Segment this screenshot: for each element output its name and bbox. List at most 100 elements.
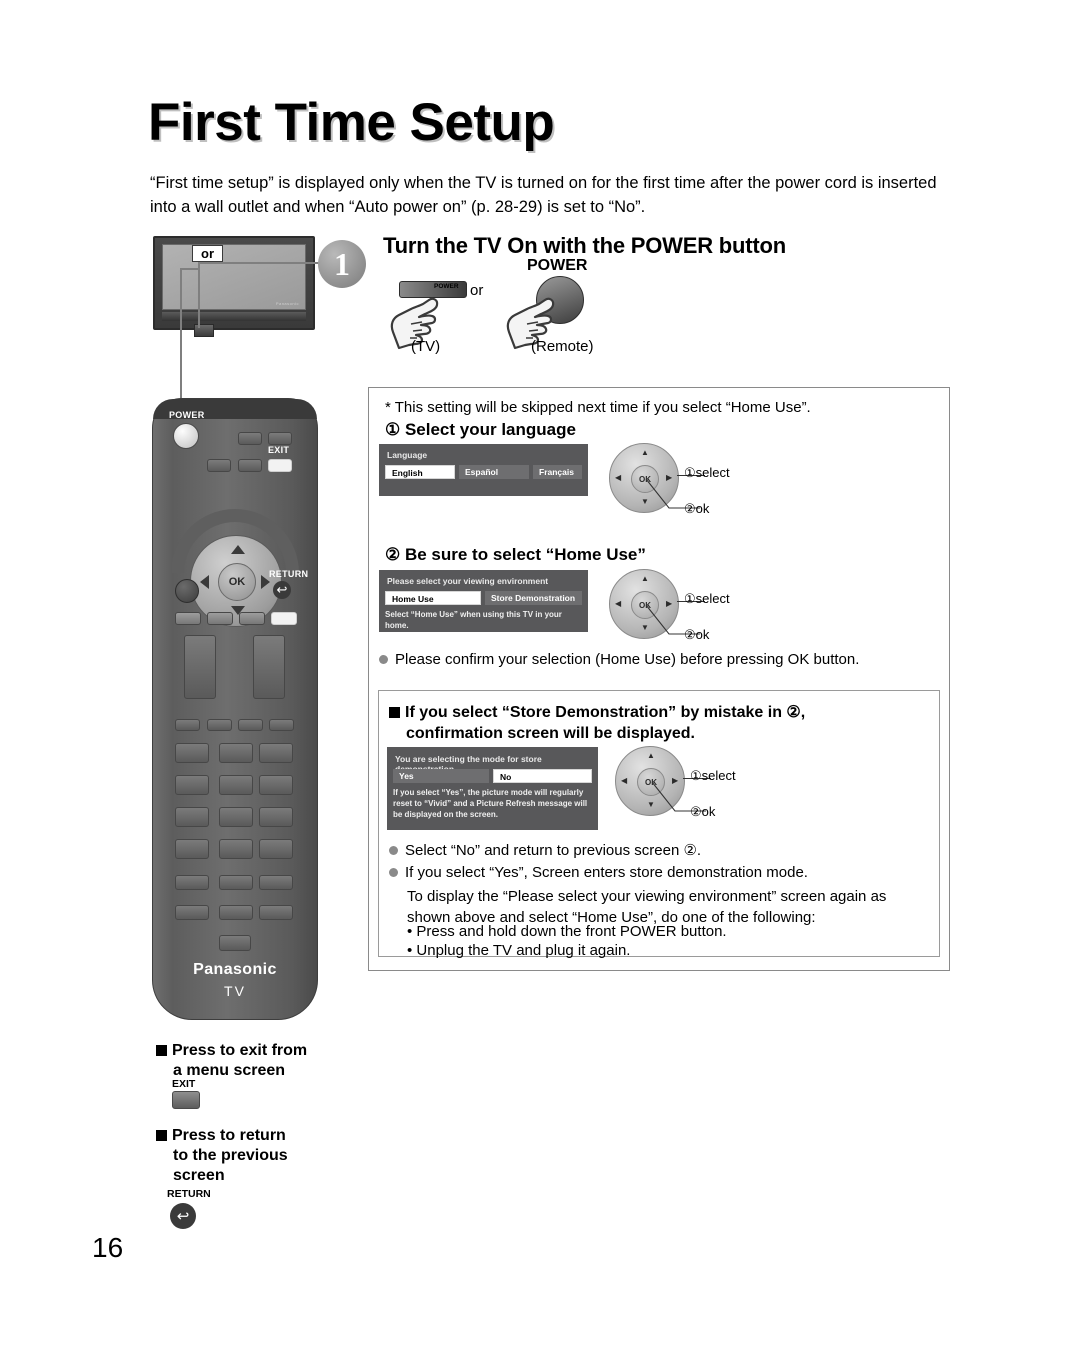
bullet-dot-icon bbox=[389, 846, 398, 855]
remote-return-text: RETURN bbox=[269, 569, 309, 579]
exit-block: Press to exit from bbox=[156, 1041, 346, 1061]
remote-button-a1[interactable] bbox=[238, 432, 262, 445]
tv-brand-label: Panasonic bbox=[275, 301, 299, 306]
remote-exit-button[interactable] bbox=[268, 459, 292, 472]
remote-brand: Panasonic bbox=[193, 961, 277, 978]
remote-rocker-right[interactable] bbox=[253, 635, 285, 699]
remote-keypad-4[interactable] bbox=[175, 775, 209, 795]
remote-button-e1[interactable] bbox=[175, 905, 209, 920]
section-3-heading-line2: confirmation screen will be displayed. bbox=[406, 725, 695, 742]
osd-language-option-francais[interactable]: Français bbox=[533, 465, 582, 479]
exit-key-button[interactable] bbox=[172, 1091, 200, 1109]
section-3-bullet-2-text: If you select “Yes”, Screen enters store… bbox=[405, 864, 808, 881]
section-3-bullet-1-text: Select “No” and return to previous scree… bbox=[405, 842, 702, 859]
section-2-bullet-text: Please confirm your selection (Home Use)… bbox=[395, 651, 860, 668]
dpad-up-icon[interactable] bbox=[231, 545, 245, 554]
section-2-bullet: Please confirm your selection (Home Use)… bbox=[379, 649, 924, 670]
remote-color-button-4[interactable] bbox=[271, 612, 297, 625]
dpad-left-icon[interactable] bbox=[200, 575, 209, 589]
remote-color-button-3[interactable] bbox=[239, 612, 265, 625]
pointer-line-join bbox=[180, 268, 200, 270]
remote-button-d1[interactable] bbox=[175, 875, 209, 890]
osd-language-option-english[interactable]: English bbox=[385, 465, 455, 479]
remote-color-button-1[interactable] bbox=[175, 612, 201, 625]
section-3-dash-2: • Unplug the TV and plug it again. bbox=[407, 942, 631, 959]
dpad-2-ok-label: ②ok bbox=[684, 627, 710, 642]
page-title: First Time Setup bbox=[148, 93, 555, 152]
remote-brand-sub: TV bbox=[224, 983, 246, 999]
remote-keypad-8[interactable] bbox=[219, 807, 253, 827]
remote-dpad[interactable]: OK bbox=[190, 535, 282, 627]
return-block-line3: screen bbox=[173, 1167, 225, 1184]
remote-button-c3[interactable] bbox=[238, 719, 263, 731]
remote-button-b2[interactable] bbox=[238, 459, 262, 472]
dpad-3-ok-label: ②ok bbox=[690, 804, 716, 819]
osd-store-demo-option-no[interactable]: No bbox=[493, 769, 592, 783]
remote-keypad-2[interactable] bbox=[219, 743, 253, 763]
remote-return-icon[interactable]: ↩ bbox=[273, 581, 291, 599]
remote-control-illustration: POWER EXIT OK RETURN ↩ Panasonic TV bbox=[152, 398, 318, 1020]
osd-store-demo-panel: You are selecting the mode for store dem… bbox=[387, 747, 598, 830]
remote-keypad-6[interactable] bbox=[259, 775, 293, 795]
square-bullet-icon bbox=[156, 1130, 167, 1141]
remote-button-c2[interactable] bbox=[207, 719, 232, 731]
remote-button-c1[interactable] bbox=[175, 719, 200, 731]
remote-power-button[interactable] bbox=[173, 423, 199, 449]
remote-keypad-hash[interactable] bbox=[259, 839, 293, 859]
remote-button-d3[interactable] bbox=[259, 875, 293, 890]
tv-bezel: Panasonic bbox=[153, 236, 315, 330]
pointer-line-vert-b bbox=[180, 270, 182, 400]
return-block-line2: to the previous bbox=[173, 1147, 288, 1164]
tv-illustration: Panasonic or bbox=[150, 236, 318, 346]
manual-page: First Time Setup “First time setup” is d… bbox=[0, 0, 1080, 1353]
square-bullet-icon bbox=[389, 707, 400, 718]
osd-language-panel: Language English Español Français bbox=[379, 444, 588, 496]
osd-environment-panel: Please select your viewing environment H… bbox=[379, 570, 588, 632]
remote-button-e2[interactable] bbox=[219, 905, 253, 920]
remote-keypad-0[interactable] bbox=[219, 839, 253, 859]
remote-keypad-1[interactable] bbox=[175, 743, 209, 763]
step-1-heading: Turn the TV On with the POWER button bbox=[383, 233, 787, 258]
dpad-1-up-icon[interactable]: ▲ bbox=[641, 448, 649, 457]
dpad-3-left-icon[interactable]: ◀ bbox=[621, 776, 627, 785]
dpad-2-up-icon[interactable]: ▲ bbox=[641, 574, 649, 583]
skip-note: * This setting will be skipped next time… bbox=[385, 399, 811, 416]
osd-store-demo-option-yes[interactable]: Yes bbox=[393, 769, 489, 783]
pointer-line-vert-a bbox=[198, 262, 200, 328]
remote-color-button-2[interactable] bbox=[207, 612, 233, 625]
or-label: or bbox=[470, 282, 484, 299]
caption-remote: (Remote) bbox=[531, 338, 594, 355]
osd-store-demo-note: If you select “Yes”, the picture mode wi… bbox=[393, 788, 588, 819]
remote-keypad-star[interactable] bbox=[175, 839, 209, 859]
remote-rocker-left[interactable] bbox=[184, 635, 216, 699]
return-block: Press to return bbox=[156, 1126, 356, 1146]
return-key-icon[interactable]: ↩ bbox=[170, 1203, 196, 1229]
osd-env-option-store-demo[interactable]: Store Demonstration bbox=[485, 591, 582, 605]
exit-block-line1: Press to exit from bbox=[172, 1042, 308, 1059]
remote-button-a2[interactable] bbox=[268, 432, 292, 445]
remote-round-button[interactable] bbox=[175, 579, 199, 603]
osd-environment-note: Select “Home Use” when using this TV in … bbox=[385, 610, 562, 630]
osd-language-title: Language bbox=[387, 450, 428, 460]
caption-tv: (TV) bbox=[411, 338, 441, 355]
exit-block-line2: a menu screen bbox=[173, 1062, 286, 1079]
osd-language-option-espanol[interactable]: Español bbox=[459, 465, 529, 479]
remote-button-b1[interactable] bbox=[207, 459, 231, 472]
remote-button-f1[interactable] bbox=[219, 935, 251, 951]
dpad-1-left-icon[interactable]: ◀ bbox=[615, 473, 621, 482]
osd-environment-title: Please select your viewing environment bbox=[387, 576, 549, 586]
dpad-3-up-icon[interactable]: ▲ bbox=[647, 751, 655, 760]
remote-button-d2[interactable] bbox=[219, 875, 253, 890]
remote-keypad-3[interactable] bbox=[259, 743, 293, 763]
return-block-line1: Press to return bbox=[172, 1127, 286, 1144]
section-3-heading: If you select “Store Demonstration” by m… bbox=[389, 702, 924, 725]
remote-button-c4[interactable] bbox=[269, 719, 294, 731]
remote-button-e3[interactable] bbox=[259, 905, 293, 920]
remote-keypad-9[interactable] bbox=[259, 807, 293, 827]
remote-keypad-5[interactable] bbox=[219, 775, 253, 795]
remote-keypad-7[interactable] bbox=[175, 807, 209, 827]
dpad-2-left-icon[interactable]: ◀ bbox=[615, 599, 621, 608]
remote-power-text: POWER bbox=[169, 410, 205, 420]
remote-ok-button[interactable]: OK bbox=[218, 563, 256, 601]
osd-env-option-home-use[interactable]: Home Use bbox=[385, 591, 481, 605]
